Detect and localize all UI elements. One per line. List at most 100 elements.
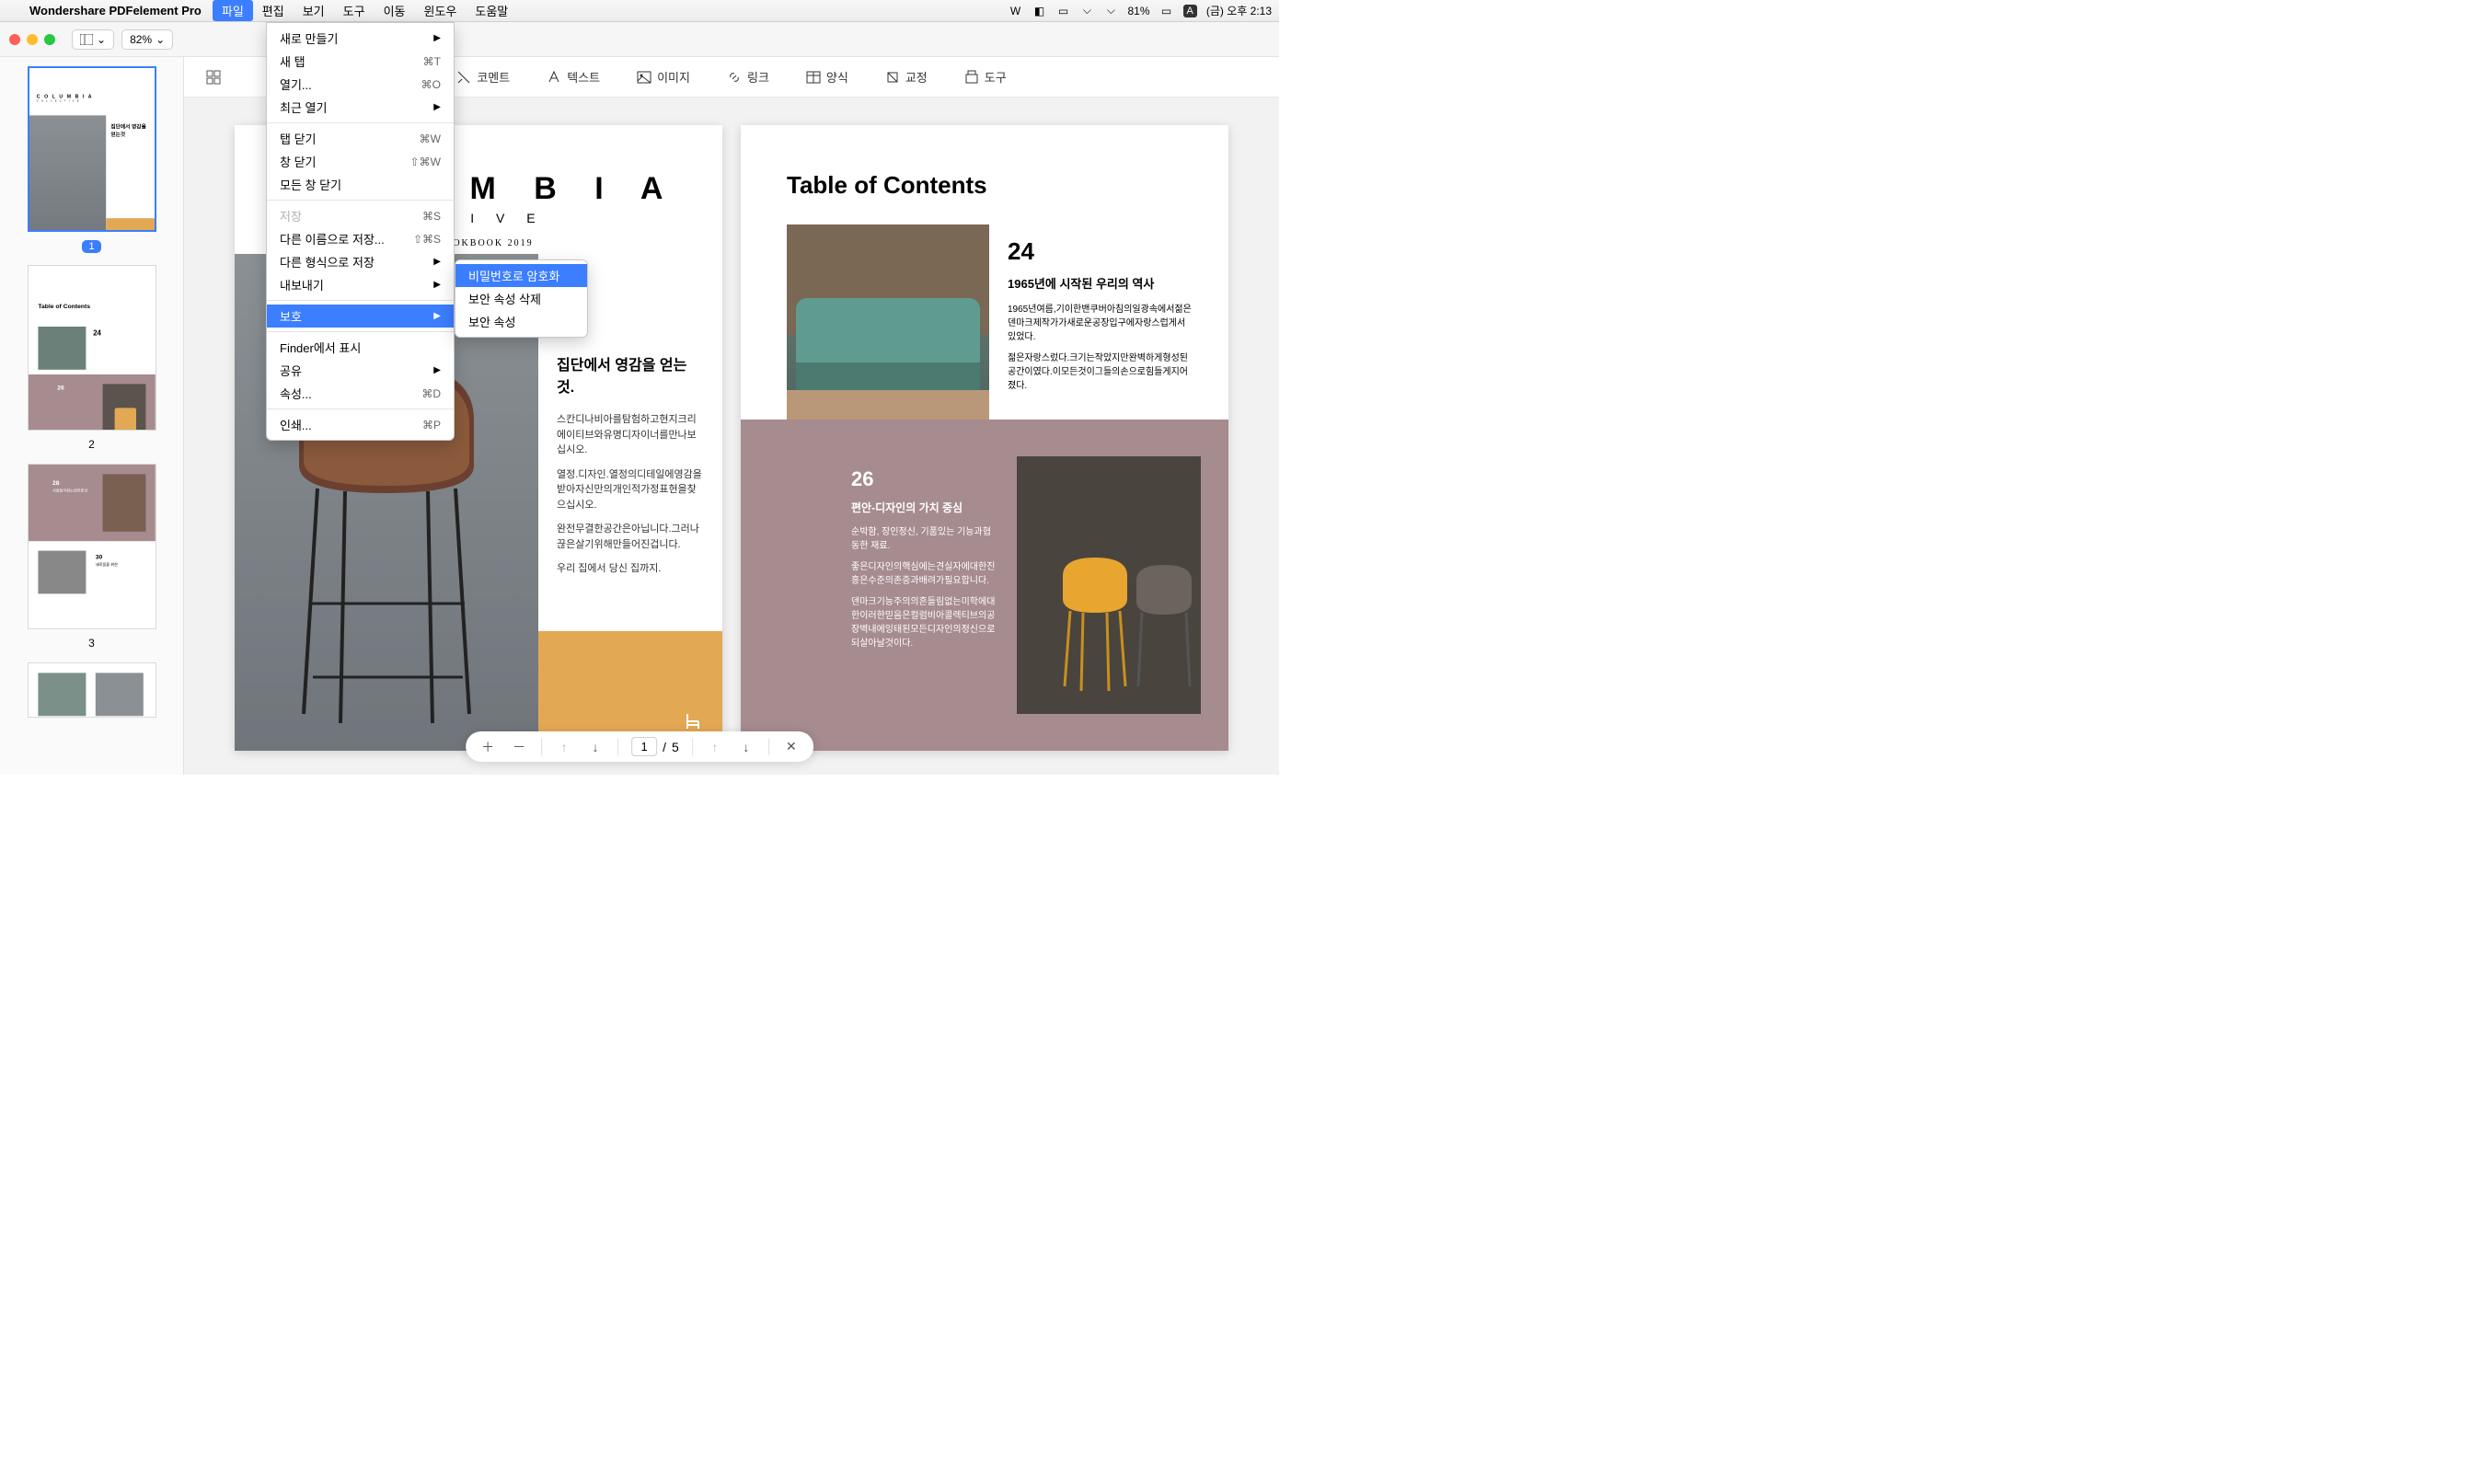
first-page-button[interactable]: ↑: [555, 740, 573, 754]
p2-s2-p3: 덴마크기능주의의흔들림없는미학에대한이러한믿음은컬럼비아콜렉티브의공장벽내에잉태…: [851, 595, 998, 650]
bluetooth-icon[interactable]: ⌵: [1079, 4, 1094, 18]
file-menu-item[interactable]: Finder에서 표시: [267, 336, 454, 359]
menu-view[interactable]: 보기: [294, 0, 334, 21]
p2-h-24: 1965년에 시작된 우리의 역사: [1008, 275, 1192, 293]
chevron-down-icon: ⌄: [97, 33, 106, 46]
toolbar-image[interactable]: 이미지: [637, 68, 690, 86]
clock[interactable]: (금) 오후 2:13: [1206, 3, 1272, 18]
file-menu-item[interactable]: 인쇄...⌘P: [267, 413, 454, 436]
file-menu-item[interactable]: 탭 닫기⌘W: [267, 127, 454, 150]
file-menu-item[interactable]: 열기...⌘O: [267, 73, 454, 96]
file-menu-item[interactable]: 속성...⌘D: [267, 382, 454, 405]
thumbnail-3[interactable]: 28 사람들이원는왼전한선 30 새로움을 위한: [28, 464, 156, 629]
minimize-button[interactable]: [27, 34, 38, 45]
battery-percent[interactable]: 81%: [1127, 5, 1149, 17]
close-button[interactable]: [9, 34, 20, 45]
thumb1-heading: 집단에서 영감을 얻는것: [110, 122, 149, 138]
menu-help[interactable]: 도움말: [466, 0, 517, 21]
thumb1-sub: C O L L E C T I V E: [36, 100, 156, 103]
thumb1-brand: C O L U M B I A: [36, 94, 156, 99]
thumbnail-2-number: 2: [0, 438, 183, 451]
toolbar-text[interactable]: 텍스트: [547, 68, 600, 86]
p1-text-block: 집단에서 영감을 얻는것. 스칸디나비아를탐험하고현지크리에이티브와유명디자이너…: [557, 355, 704, 586]
p1-para3: 완전무결한공간은아닙니다.그러나끊은살기위해만들어진겁니다.: [557, 522, 704, 552]
battery-icon[interactable]: ▭: [1159, 4, 1174, 18]
thumbnail-4[interactable]: [28, 662, 156, 718]
file-menu-item[interactable]: 모든 창 닫기: [267, 173, 454, 196]
protect-submenu-item[interactable]: 보안 속성 삭제: [455, 287, 587, 310]
file-menu-item[interactable]: 창 닫기⇧⌘W: [267, 150, 454, 173]
menubar-status-area: W ◧ ▭ ⌵ ⌵ 81% ▭ A (금) 오후 2:13: [1008, 3, 1272, 18]
file-menu-item[interactable]: 다른 이름으로 저장...⇧⌘S: [267, 227, 454, 250]
view-mode-grid-button[interactable]: [206, 70, 221, 85]
protect-submenu: 비밀번호로 암호화보안 속성 삭제보안 속성: [455, 259, 588, 338]
toolbar-tool[interactable]: 도구: [964, 68, 1007, 86]
file-menu-item[interactable]: 다른 형식으로 저장▶: [267, 250, 454, 273]
thumbnail-1[interactable]: C O L U M B I A C O L L E C T I V E 집단에서…: [28, 66, 156, 232]
menu-file[interactable]: 파일: [213, 0, 253, 21]
window-titlebar: ⌄ 82% ⌄: [0, 22, 1279, 57]
airplay-icon[interactable]: ▭: [1055, 4, 1070, 18]
page-2[interactable]: Table of Contents 24 1965년에 시작된 우리의 역사 1…: [741, 125, 1228, 751]
chevron-down-icon: ⌄: [156, 33, 165, 46]
p2-h-26: 편안-디자인의 가치 중심: [851, 500, 998, 516]
last-page-button[interactable]: ↓: [586, 740, 605, 754]
current-page-input[interactable]: [631, 737, 657, 756]
toolbar-form[interactable]: 양식: [806, 68, 848, 86]
p2-chairs-image: [1017, 456, 1201, 714]
page-indicator: / 5: [631, 737, 679, 756]
menu-tools[interactable]: 도구: [334, 0, 375, 21]
file-menu-item[interactable]: 내보내기▶: [267, 273, 454, 296]
prev-page-button[interactable]: ↑: [706, 740, 724, 754]
p1-para2: 열정.디자인.열정의디테일에영감을받아자신만의개인적가정표현을찾으십시오.: [557, 467, 704, 513]
toolbar-comment[interactable]: 코멘트: [456, 68, 510, 86]
file-menu-item[interactable]: 최근 열기▶: [267, 96, 454, 119]
wifi-icon[interactable]: ⌵: [1103, 4, 1118, 18]
toolbar-redact[interactable]: 교정: [885, 68, 928, 86]
app-status-icon[interactable]: ◧: [1032, 4, 1046, 18]
p2-s2-p1: 순박함, 장인정신, 기품있는 기능과협동한 재료.: [851, 525, 998, 553]
thumbnail-3-number: 3: [0, 637, 183, 650]
p1-lookbook: LOOKBOOK 2019: [437, 238, 722, 248]
p2-s1-p1: 1965년여름,기이한밴쿠버아침의일광속에서젊은덴마크제작가가새로운공장입구에자…: [1008, 303, 1192, 344]
page-navigation-bar: ＋ － ↑ ↓ / 5 ↑ ↓ ✕: [466, 731, 813, 762]
app-name[interactable]: Wondershare PDFelement Pro: [29, 4, 202, 17]
p2-s2-p2: 좋은디자인의핵심에는견실자에대한진흥은수준의존중과배려가필요합니다.: [851, 560, 998, 588]
protect-submenu-item[interactable]: 보안 속성: [455, 310, 587, 333]
traffic-lights: [9, 34, 55, 45]
total-pages: 5: [672, 740, 679, 754]
input-source-badge[interactable]: A: [1183, 5, 1197, 17]
zoom-in-button[interactable]: ＋: [478, 738, 497, 756]
file-menu-dropdown: 새로 만들기▶새 탭⌘T열기...⌘O최근 열기▶ 탭 닫기⌘W창 닫기⇧⌘W모든…: [266, 22, 455, 441]
thumb2-title: Table of Contents: [38, 303, 155, 310]
p2-num-24: 24: [1008, 234, 1192, 270]
zoom-out-button[interactable]: －: [510, 738, 528, 756]
p2-section-26: 26 편안-디자인의 가치 중심 순박함, 장인정신, 기품있는 기능과협동한 …: [851, 464, 998, 650]
file-menu-item[interactable]: 보호▶: [267, 305, 454, 328]
p2-s1-p2: 젊은자랑스렀다.크기는작았지만완벽하게형성된공간이였다.이모든것이그들의손으로힘…: [1008, 351, 1192, 393]
file-menu-item[interactable]: 새로 만들기▶: [267, 27, 454, 50]
protect-submenu-item[interactable]: 비밀번호로 암호화: [455, 264, 587, 287]
macos-menubar: Wondershare PDFelement Pro 파일 편집 보기 도구 이…: [0, 0, 1279, 22]
file-menu-item: 저장⌘S: [267, 204, 454, 227]
zoom-value: 82%: [130, 33, 152, 46]
next-page-button[interactable]: ↓: [737, 740, 755, 754]
p1-para1: 스칸디나비아를탐험하고현지크리에이티브와유명디자이너를만나보십시오.: [557, 412, 704, 458]
thumbnail-2[interactable]: Table of Contents 24 26: [28, 265, 156, 431]
zoom-dropdown[interactable]: 82% ⌄: [121, 29, 173, 50]
close-nav-button[interactable]: ✕: [782, 739, 801, 754]
wondershare-status-icon[interactable]: W: [1008, 4, 1022, 18]
maximize-button[interactable]: [44, 34, 55, 45]
thumbnail-1-number: 1: [0, 239, 183, 252]
file-menu-item[interactable]: 새 탭⌘T: [267, 50, 454, 73]
menu-go[interactable]: 이동: [375, 0, 415, 21]
thumbnail-sidebar[interactable]: C O L U M B I A C O L L E C T I V E 집단에서…: [0, 57, 184, 775]
menu-window[interactable]: 윈도우: [414, 0, 466, 21]
sidebar-toggle-button[interactable]: ⌄: [72, 29, 114, 50]
p2-num-26: 26: [851, 464, 998, 494]
menu-edit[interactable]: 편집: [253, 0, 294, 21]
p2-section-24: 24 1965년에 시작된 우리의 역사 1965년여름,기이한밴쿠버아침의일광…: [1008, 234, 1192, 393]
p2-title: Table of Contents: [787, 171, 1228, 200]
file-menu-item[interactable]: 공유▶: [267, 359, 454, 382]
toolbar-link[interactable]: 링크: [727, 68, 769, 86]
